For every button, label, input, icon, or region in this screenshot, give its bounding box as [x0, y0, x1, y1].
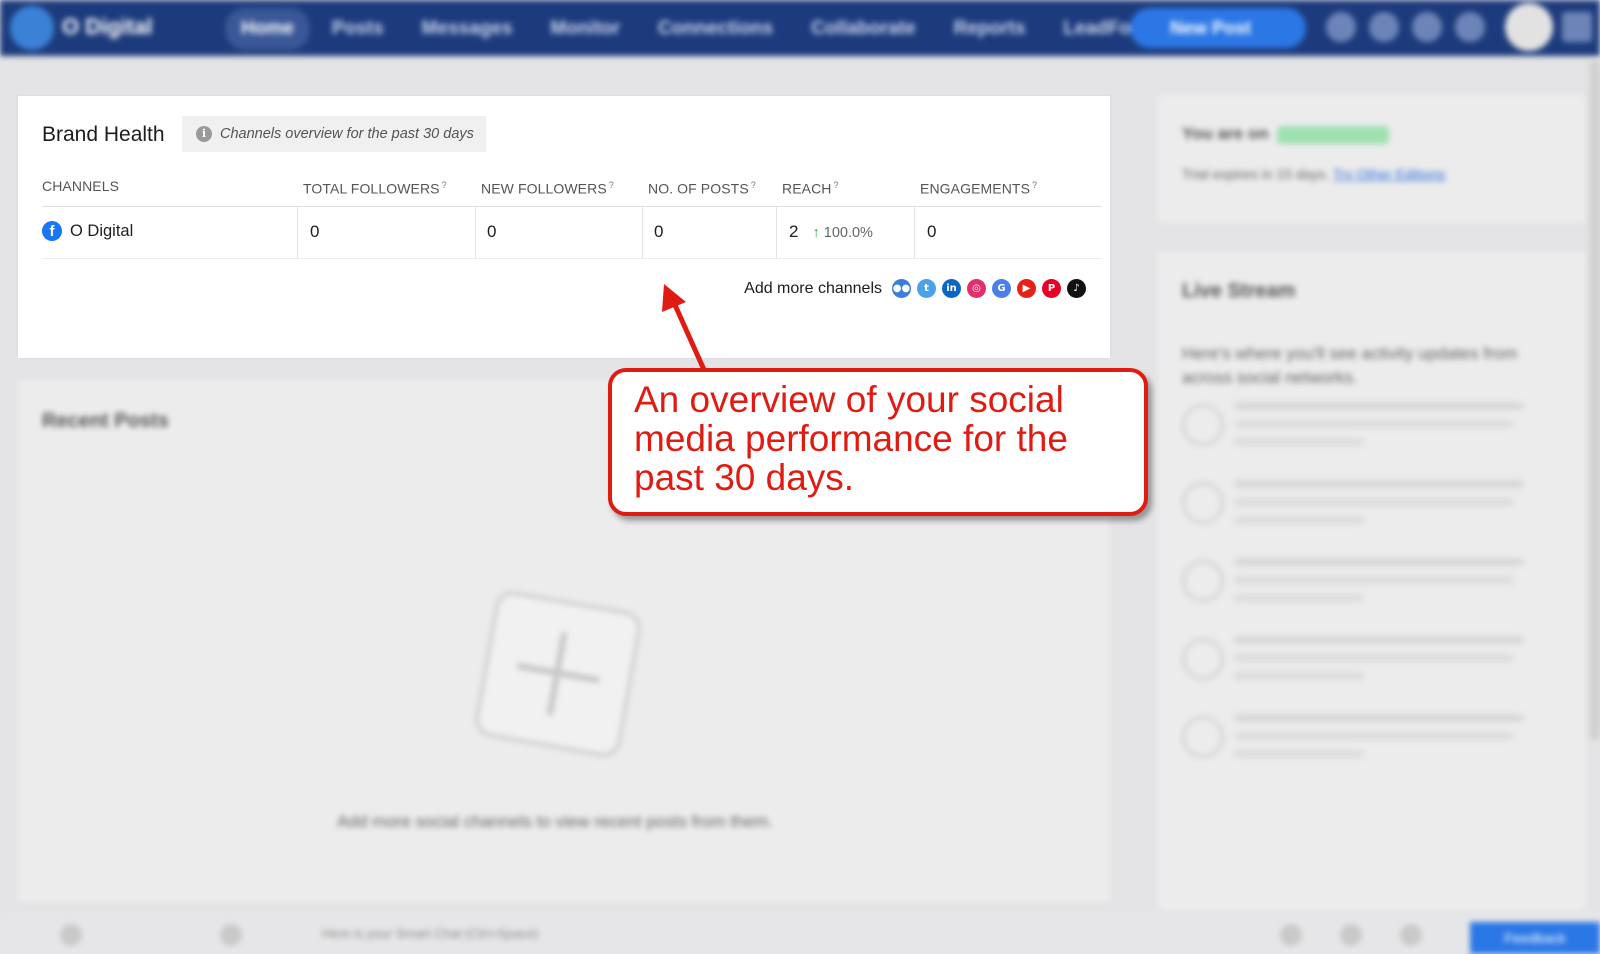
- annotation-callout: An overview of your social media perform…: [608, 368, 1148, 516]
- annotation-text: An overview of your social media perform…: [634, 379, 1068, 498]
